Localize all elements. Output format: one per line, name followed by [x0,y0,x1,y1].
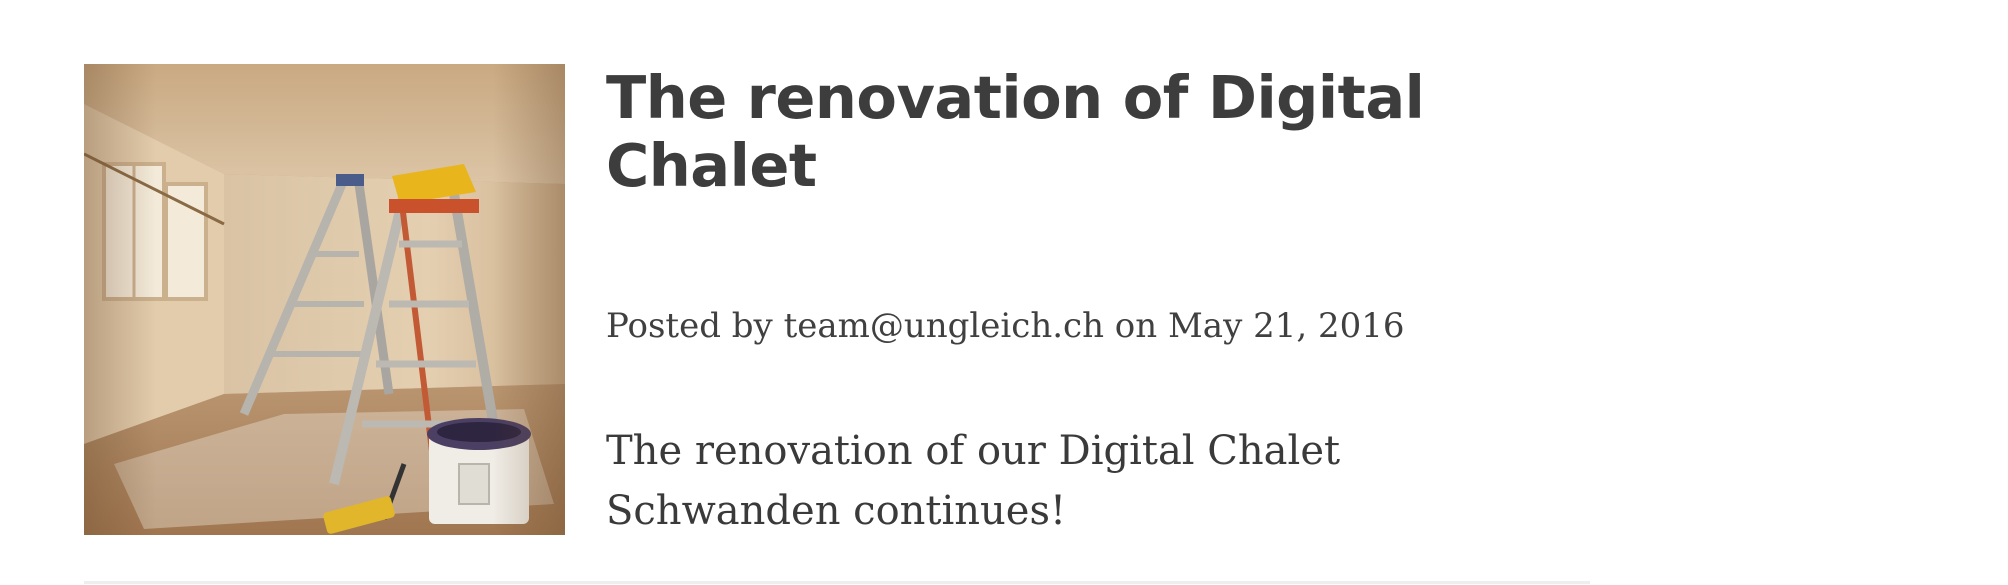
post-thumbnail-link[interactable] [84,64,565,535]
post-thumbnail-image [84,64,565,535]
post-meta: Posted by team@ungleich.ch on May 21, 20… [606,304,1405,348]
post-author-link[interactable]: team@ungleich.ch [784,306,1104,346]
post-date-link[interactable]: May 21, 2016 [1168,306,1405,346]
post-meta-prefix: Posted by [606,306,773,346]
post-title[interactable]: The renovation of Digital Chalet [606,64,1506,200]
post-meta-on: on [1114,306,1158,346]
post-divider [84,581,1590,584]
blog-post: The renovation of Digital Chalet Posted … [84,64,1590,584]
post-title-link[interactable]: The renovation of Digital Chalet [606,63,1425,200]
post-excerpt: The renovation of our Digital Chalet Sch… [606,428,1341,534]
